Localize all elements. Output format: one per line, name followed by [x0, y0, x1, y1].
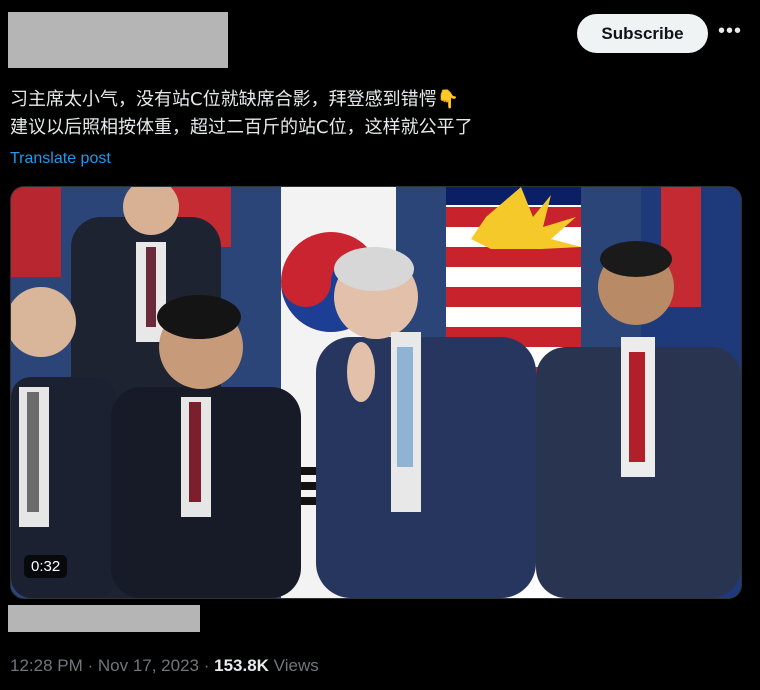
video-frame — [11, 187, 741, 598]
video-duration-badge: 0:32 — [24, 555, 68, 578]
translate-post-link[interactable]: Translate post — [10, 150, 111, 168]
meta-separator: · — [82, 656, 98, 675]
views-label: Views — [268, 656, 319, 675]
redacted-bottom-block — [8, 605, 200, 632]
post-time[interactable]: 12:28 PM — [10, 656, 83, 675]
pointing-down-emoji: 👇 — [436, 89, 459, 110]
video-player[interactable] — [10, 186, 742, 599]
flag-left — [11, 187, 61, 277]
post-text-line1: 习主席太小气，没有站C位就缺席合影，拜登感到错愕 — [10, 89, 437, 110]
subscribe-button[interactable]: Subscribe — [577, 14, 708, 53]
redacted-author-block — [8, 12, 228, 68]
post-text: 习主席太小气，没有站C位就缺席合影，拜登感到错愕👇 建议以后照相按体重，超过二百… — [10, 86, 750, 142]
meta-separator: · — [199, 656, 215, 675]
views-count: 153.8K — [214, 656, 269, 675]
post-date[interactable]: Nov 17, 2023 — [98, 656, 199, 675]
post-text-line2: 建议以后照相按体重，超过二百斤的站C位，这样就公平了 — [10, 117, 473, 138]
post-meta: 12:28 PM · Nov 17, 2023 · 153.8K Views — [10, 656, 319, 676]
more-horizontal-icon[interactable]: ••• — [716, 20, 744, 48]
